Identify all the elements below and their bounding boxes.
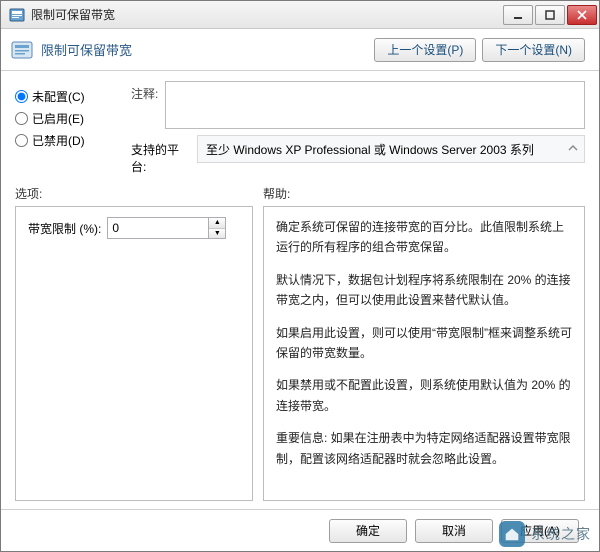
help-paragraph: 默认情况下，数据包计划程序将系统限制在 20% 的连接带宽之内，但可以使用此设置… <box>276 270 572 311</box>
radio-enabled-label: 已启用(E) <box>32 110 84 127</box>
help-header: 帮助: <box>263 185 290 202</box>
apply-button[interactable]: 应用(A) <box>501 519 579 543</box>
radio-not-configured-label: 未配置(C) <box>32 88 85 105</box>
supported-platform: 至少 Windows XP Professional 或 Windows Ser… <box>197 135 585 163</box>
help-panel: 确定系统可保留的连接带宽的百分比。此值限制系统上运行的所有程序的组合带宽保留。默… <box>263 206 585 501</box>
window-icon <box>9 7 25 23</box>
titlebar: 限制可保留带宽 <box>1 1 599 29</box>
minimize-button[interactable] <box>503 5 533 25</box>
spinner-down[interactable]: ▼ <box>209 229 225 239</box>
columns-header: 选项: 帮助: <box>1 179 599 206</box>
platform-label: 支持的平台: <box>131 135 191 175</box>
next-setting-label: 下一个设置(N) <box>495 41 572 58</box>
chevron-up-icon[interactable] <box>568 142 578 156</box>
dialog-window: 限制可保留带宽 限制可保留带宽 上一个设置(P) <box>0 0 600 552</box>
prev-setting-label: 上一个设置(P) <box>387 41 463 58</box>
spinner-up[interactable]: ▲ <box>209 218 225 229</box>
options-panel: 带宽限制 (%): ▲ ▼ <box>15 206 253 501</box>
close-button[interactable] <box>567 5 597 25</box>
maximize-button[interactable] <box>535 5 565 25</box>
window-buttons <box>503 5 597 25</box>
apply-label: 应用(A) <box>520 522 560 539</box>
cancel-label: 取消 <box>442 522 466 539</box>
radio-disabled-label: 已禁用(D) <box>32 132 85 149</box>
bandwidth-limit-input[interactable] <box>108 218 208 238</box>
page-title: 限制可保留带宽 <box>41 40 368 59</box>
columns: 带宽限制 (%): ▲ ▼ 确定系统可保留的连接带宽的百分比。此值限制系统上运行… <box>1 206 599 509</box>
policy-icon <box>11 39 33 61</box>
ok-button[interactable]: 确定 <box>329 519 407 543</box>
options-header: 选项: <box>15 185 263 202</box>
body: 未配置(C) 已启用(E) 已禁用(D) 注释: 支持的平台: 至少 Windo… <box>1 71 599 179</box>
help-paragraph: 确定系统可保留的连接带宽的百分比。此值限制系统上运行的所有程序的组合带宽保留。 <box>276 217 572 258</box>
ok-label: 确定 <box>356 522 380 539</box>
radio-disabled[interactable]: 已禁用(D) <box>15 132 125 149</box>
prev-setting-button[interactable]: 上一个设置(P) <box>374 38 476 62</box>
header: 限制可保留带宽 上一个设置(P) 下一个设置(N) <box>1 29 599 71</box>
platform-text: 至少 Windows XP Professional 或 Windows Ser… <box>206 141 534 158</box>
footer: 确定 取消 应用(A) 系统之家 <box>1 509 599 551</box>
help-paragraph: 重要信息: 如果在注册表中为特定网络适配器设置带宽限制，配置该网络适配器时就会忽… <box>276 428 572 469</box>
window-title: 限制可保留带宽 <box>31 6 503 23</box>
help-paragraph: 如果禁用或不配置此设置，则系统使用默认值为 20% 的连接带宽。 <box>276 375 572 416</box>
comment-input[interactable] <box>165 81 585 129</box>
next-setting-button[interactable]: 下一个设置(N) <box>482 38 585 62</box>
radio-not-configured-input[interactable] <box>15 90 28 103</box>
help-paragraph: 如果启用此设置，则可以使用“带宽限制”框来调整系统可保留的带宽数量。 <box>276 323 572 364</box>
comment-label: 注释: <box>131 81 159 129</box>
radio-enabled[interactable]: 已启用(E) <box>15 110 125 127</box>
bandwidth-limit-label: 带宽限制 (%): <box>28 220 101 237</box>
spinner-buttons: ▲ ▼ <box>208 218 225 238</box>
cancel-button[interactable]: 取消 <box>415 519 493 543</box>
state-radio-group: 未配置(C) 已启用(E) 已禁用(D) <box>15 81 125 175</box>
radio-enabled-input[interactable] <box>15 112 28 125</box>
bandwidth-limit-option: 带宽限制 (%): ▲ ▼ <box>28 217 240 239</box>
radio-disabled-input[interactable] <box>15 134 28 147</box>
radio-not-configured[interactable]: 未配置(C) <box>15 88 125 105</box>
bandwidth-limit-spinner[interactable]: ▲ ▼ <box>107 217 226 239</box>
